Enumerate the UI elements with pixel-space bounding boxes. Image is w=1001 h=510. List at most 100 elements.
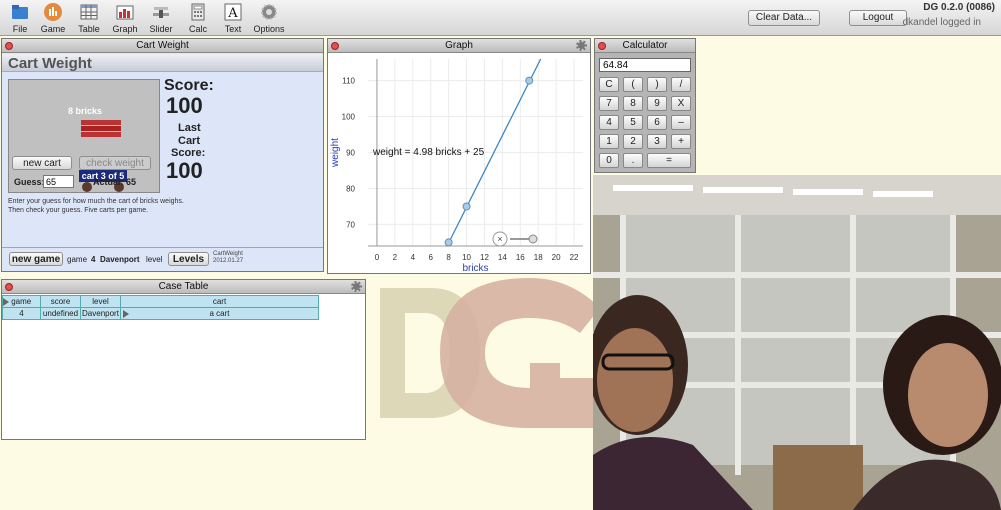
- gear-icon: [261, 4, 277, 20]
- game-icon: [44, 3, 62, 21]
- close-icon[interactable]: [5, 283, 13, 291]
- text-icon: A: [224, 3, 242, 21]
- data-point: [525, 76, 534, 85]
- calc-key[interactable]: 8: [623, 96, 643, 111]
- calc-key[interactable]: (: [623, 77, 643, 92]
- y-tick-label: 90: [346, 149, 355, 158]
- text-button[interactable]: A Text: [213, 2, 253, 34]
- calc-key[interactable]: 4: [599, 115, 619, 130]
- graph-title: Graph: [445, 40, 473, 51]
- calc-key[interactable]: .: [623, 153, 643, 168]
- calc-key[interactable]: 0: [599, 153, 619, 168]
- webcam-video: [593, 175, 1001, 510]
- close-icon[interactable]: [331, 42, 339, 50]
- game-button[interactable]: Game: [33, 2, 73, 34]
- calc-key[interactable]: =: [647, 153, 691, 168]
- gear-icon[interactable]: [351, 281, 362, 292]
- dg-logo-watermark: [360, 268, 600, 438]
- calc-key[interactable]: /: [671, 77, 691, 92]
- guess-label: Guess:: [14, 177, 45, 187]
- slider-handle: [528, 234, 538, 244]
- calc-key[interactable]: 6: [647, 115, 667, 130]
- case-table-title: Case Table: [158, 281, 209, 292]
- table-button[interactable]: Table: [69, 2, 109, 34]
- version-label: DG 0.2.0 (0086): [923, 2, 995, 13]
- clear-data-button[interactable]: Clear Data...: [748, 10, 820, 26]
- new-game-button[interactable]: new game: [9, 252, 63, 266]
- levels-button[interactable]: Levels: [168, 252, 209, 266]
- expand-arrow-icon[interactable]: [123, 310, 129, 318]
- x-axis-label: bricks: [462, 263, 488, 273]
- data-point: [444, 238, 453, 247]
- x-tick-label: 0: [375, 253, 380, 262]
- calculator-icon: [191, 3, 205, 21]
- column-header-level[interactable]: level: [80, 295, 121, 308]
- calc-key[interactable]: X: [671, 96, 691, 111]
- calc-key[interactable]: +: [671, 134, 691, 149]
- y-axis-label: weight: [330, 138, 341, 168]
- toolbar: File Game Table Graph Slider Calc A Text…: [0, 0, 1001, 36]
- calc-label: Calc: [188, 24, 207, 34]
- graph-titlebar[interactable]: Graph: [328, 39, 590, 53]
- folder-icon: [12, 5, 28, 19]
- calculator-title: Calculator: [622, 40, 668, 51]
- instructions: Enter your guess for how much the cart o…: [8, 198, 184, 214]
- x-tick-label: 4: [411, 253, 416, 262]
- calc-key[interactable]: C: [599, 77, 619, 92]
- options-label: Options: [253, 24, 285, 34]
- column-header-cart[interactable]: cart: [120, 295, 319, 308]
- level-name: Davenport: [100, 255, 140, 264]
- x-tick-label: 2: [393, 253, 398, 262]
- x-tick-label: 14: [498, 253, 507, 262]
- table-label: Table: [78, 24, 100, 34]
- cell-score[interactable]: undefined: [40, 307, 81, 320]
- column-header-score[interactable]: score: [40, 295, 81, 308]
- last-cart-label-1: Last: [178, 122, 201, 134]
- close-icon[interactable]: [5, 42, 13, 50]
- table-row[interactable]: 4 undefined Davenport a cart: [2, 307, 319, 320]
- graph-button[interactable]: Graph: [105, 2, 145, 34]
- case-table-titlebar[interactable]: Case Table: [2, 280, 365, 294]
- game-label-text: game: [67, 255, 88, 264]
- calculator-titlebar[interactable]: Calculator: [595, 39, 695, 53]
- calc-key[interactable]: 3: [647, 134, 667, 149]
- calc-key[interactable]: 2: [623, 134, 643, 149]
- score-value: 100: [166, 93, 203, 118]
- cell-level[interactable]: Davenport: [80, 307, 121, 320]
- regression-equation: weight = 4.98 bricks + 25: [372, 147, 485, 158]
- x-tick-label: 6: [428, 253, 433, 262]
- slider-label: Slider: [149, 24, 173, 34]
- login-status: dkandel logged in: [902, 17, 981, 28]
- column-header-game[interactable]: game: [2, 295, 41, 308]
- close-icon[interactable]: [598, 42, 606, 50]
- table-icon: [80, 4, 98, 20]
- app-date: 2012.01.27: [213, 258, 244, 264]
- new-cart-button[interactable]: new cart: [12, 156, 72, 170]
- calc-key[interactable]: 9: [647, 96, 667, 111]
- options-button[interactable]: Options: [249, 2, 289, 34]
- calculator-display[interactable]: [599, 58, 691, 72]
- calc-key[interactable]: ): [647, 77, 667, 92]
- x-tick-label: 16: [516, 253, 525, 262]
- cell-cart[interactable]: a cart: [120, 307, 319, 320]
- cart-weight-titlebar[interactable]: Cart Weight: [2, 39, 323, 53]
- guess-input[interactable]: [43, 175, 74, 188]
- calc-key[interactable]: 7: [599, 96, 619, 111]
- graph-plot[interactable]: 0 2 4 6 8 10 12 14 16 18 20 22 70 80 90 100 110 weight = …: [328, 54, 590, 273]
- calc-key[interactable]: –: [671, 115, 691, 130]
- cart-weight-title: Cart Weight: [136, 40, 189, 51]
- table-header-row: game score level cart: [2, 295, 319, 308]
- check-weight-button[interactable]: check weight: [79, 156, 151, 170]
- calc-key[interactable]: 1: [599, 134, 619, 149]
- calc-button[interactable]: Calc: [178, 2, 218, 34]
- cart-weight-heading: Cart Weight: [8, 55, 92, 72]
- graph-icon: [116, 5, 134, 20]
- calc-key[interactable]: 5: [623, 115, 643, 130]
- logout-button[interactable]: Logout: [849, 10, 907, 26]
- gear-icon[interactable]: [576, 40, 587, 51]
- x-tick-label: 8: [446, 253, 451, 262]
- expand-arrow-icon[interactable]: [3, 297, 9, 306]
- svg-text:A: A: [227, 6, 238, 21]
- slider-button[interactable]: Slider: [141, 2, 181, 34]
- cell-game[interactable]: 4: [2, 307, 41, 320]
